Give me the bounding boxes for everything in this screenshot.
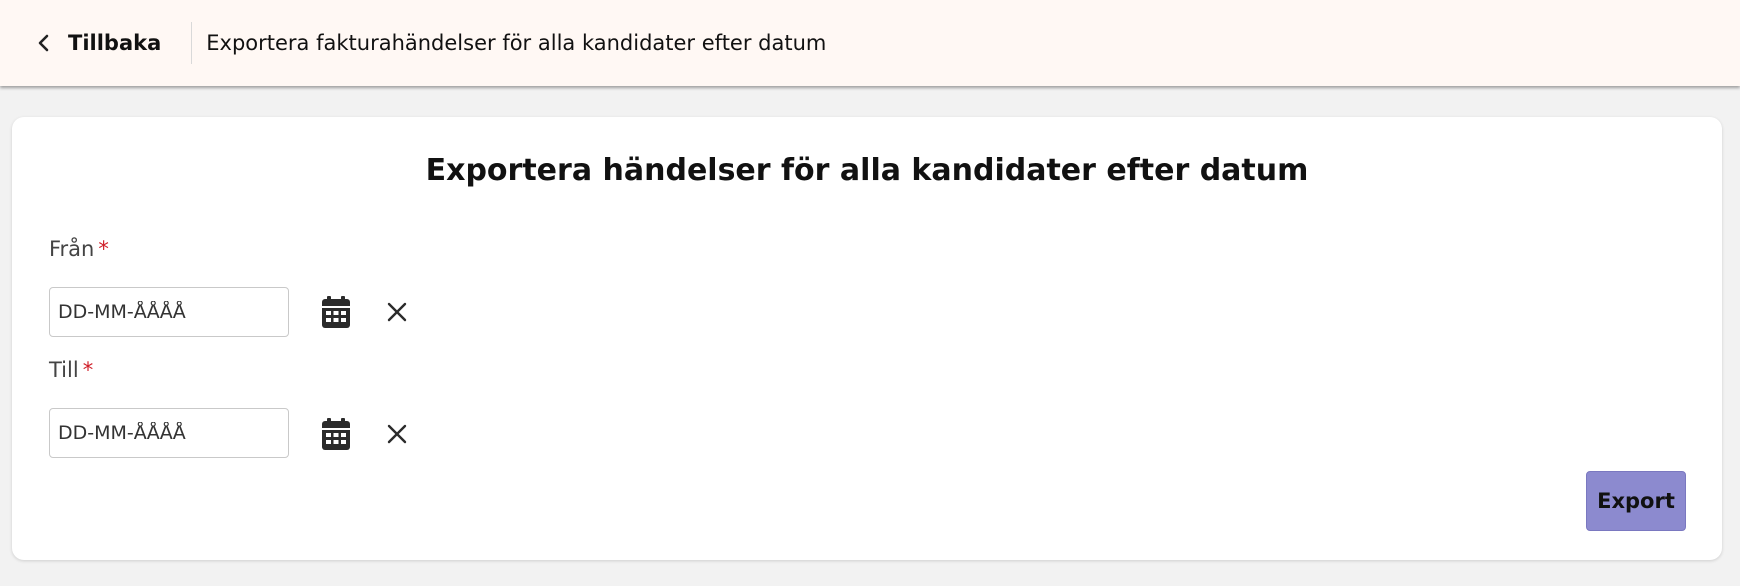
calendar-icon[interactable] bbox=[320, 295, 352, 329]
from-required-marker: * bbox=[98, 237, 109, 261]
export-card: Exportera händelser för alla kandidater … bbox=[12, 117, 1722, 560]
card-title: Exportera händelser för alla kandidater … bbox=[425, 153, 1309, 188]
from-date-input[interactable] bbox=[49, 287, 289, 337]
calendar-icon[interactable] bbox=[320, 417, 352, 451]
to-date-input[interactable] bbox=[49, 408, 289, 458]
to-label: Till * bbox=[49, 358, 93, 382]
close-icon[interactable] bbox=[382, 297, 412, 327]
back-button[interactable]: Tillbaka bbox=[36, 23, 161, 63]
from-label: Från * bbox=[49, 237, 109, 261]
from-label-text: Från bbox=[49, 237, 95, 261]
to-label-text: Till bbox=[49, 358, 79, 382]
chevron-left-icon bbox=[38, 34, 49, 52]
export-button[interactable]: Export bbox=[1586, 471, 1686, 531]
page-title: Exportera fakturahändelser för alla kand… bbox=[206, 31, 827, 55]
to-required-marker: * bbox=[82, 358, 94, 382]
back-label: Tillbaka bbox=[68, 31, 162, 55]
top-bar: Tillbaka Exportera fakturahändelser för … bbox=[0, 0, 1740, 86]
close-icon[interactable] bbox=[382, 419, 412, 449]
header-divider bbox=[191, 22, 193, 64]
